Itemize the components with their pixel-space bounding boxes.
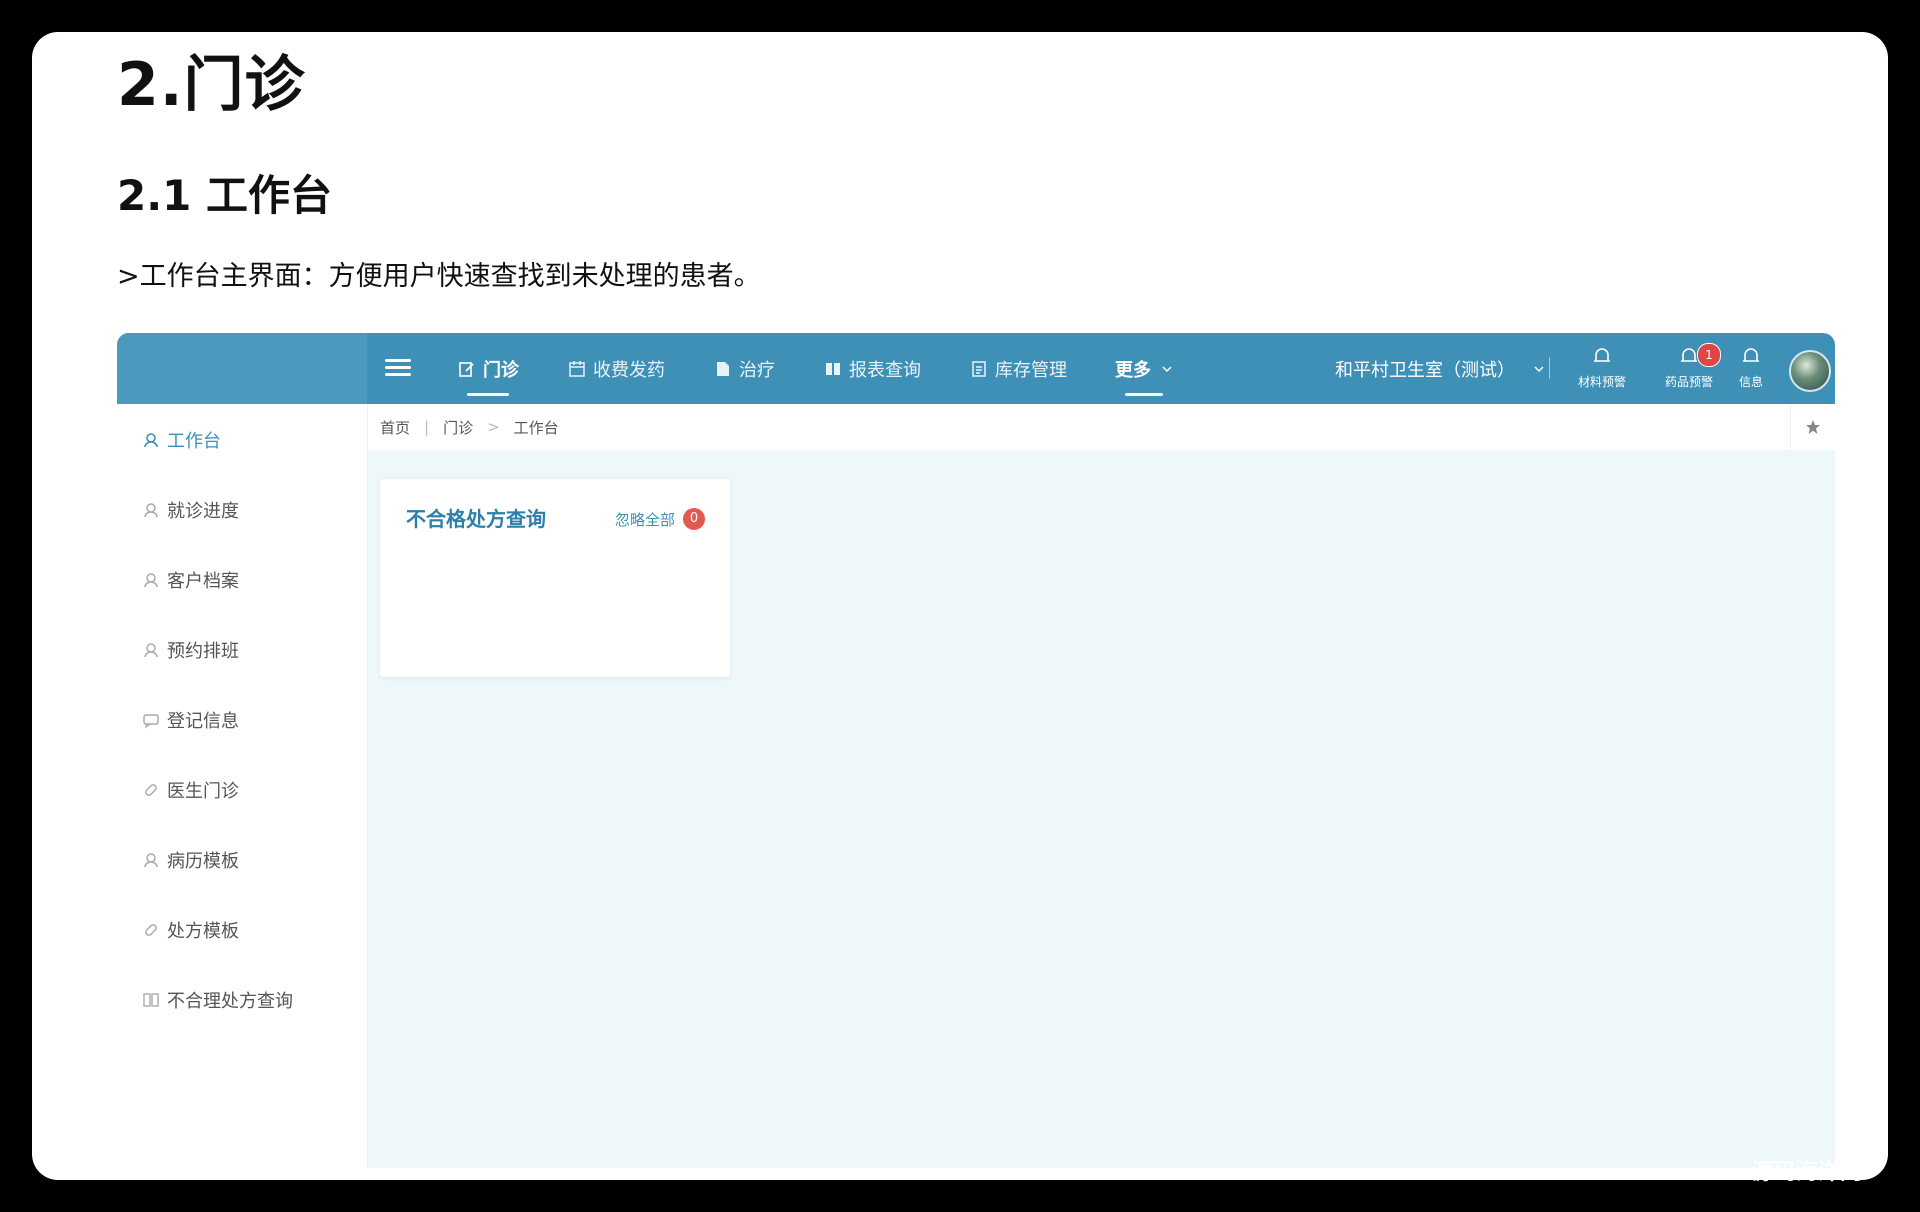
nav-item-inventory[interactable]: 库存管理	[969, 333, 1067, 404]
sidebar-item-medical-record-templates[interactable]: 病历模板	[141, 840, 239, 880]
sidebar-item-label: 就诊进度	[167, 501, 239, 522]
count-badge: 0	[683, 508, 705, 530]
sidebar-item-doctor-clinic[interactable]: 医生门诊	[141, 770, 239, 810]
main-content: 首页 | 门诊 > 工作台 不合格处方查询 忽略全部 0	[368, 404, 1835, 1168]
nav-label: 报表查询	[849, 359, 921, 381]
breadcrumb-home[interactable]: 首页	[380, 417, 410, 438]
org-name: 和平村卫生室（测试）	[1335, 359, 1515, 381]
top-navbar: 门诊 收费发药 治疗 报表查询 库存管理 更多 和平村卫生室（测试） 材料预警 …	[117, 333, 1835, 404]
main-nav: 门诊 收费发药 治疗 报表查询 库存管理 更多	[457, 333, 1221, 404]
nav-label: 更多	[1115, 359, 1151, 381]
sidebar-item-label: 客户档案	[167, 571, 239, 592]
avatar[interactable]	[1789, 350, 1831, 392]
sidebar-item-label: 医生门诊	[167, 781, 239, 802]
ignore-all-label: 忽略全部	[614, 510, 675, 529]
edit-icon	[457, 359, 477, 379]
section-heading: 2.门诊	[117, 50, 306, 120]
active-underline	[467, 393, 509, 396]
alert-label: 信息	[1738, 375, 1763, 389]
document-page: 2.门诊 2.1 工作台 >工作台主界面：方便用户快速查找到未处理的患者。 门诊	[32, 32, 1888, 1180]
pill-icon	[141, 920, 161, 940]
subsection-heading: 2.1 工作台	[117, 171, 333, 220]
nav-label: 门诊	[483, 359, 519, 381]
inventory-icon	[969, 359, 989, 379]
invalid-prescription-card: 不合格处方查询 忽略全部 0	[380, 479, 730, 677]
nav-item-reports[interactable]: 报表查询	[823, 333, 921, 404]
active-underline	[1125, 393, 1163, 396]
sidebar-item-appointments[interactable]: 预约排班	[141, 630, 239, 670]
alert-badge: 1	[1697, 343, 1721, 367]
nav-label: 治疗	[739, 359, 775, 381]
pill-icon	[141, 780, 161, 800]
sidebar-item-customer-records[interactable]: 客户档案	[141, 560, 239, 600]
sidebar-item-label: 登记信息	[167, 711, 239, 732]
message-button[interactable]: 信息	[1725, 345, 1777, 395]
breadcrumb-outpatient[interactable]: 门诊	[443, 417, 473, 438]
ignore-all-button[interactable]: 忽略全部 0	[615, 508, 705, 530]
bell-icon	[1743, 348, 1759, 362]
watermark-text: 源码海洋网	[1752, 1160, 1863, 1185]
breadcrumb-separator: >	[487, 418, 500, 436]
document-icon	[713, 359, 733, 379]
user-headset-icon	[141, 850, 161, 870]
alert-label: 药品预警	[1664, 375, 1713, 389]
nav-label: 收费发药	[593, 359, 665, 381]
chevron-down-icon	[1534, 365, 1544, 372]
user-headset-icon	[141, 640, 161, 660]
nav-item-billing[interactable]: 收费发药	[567, 333, 665, 404]
logo-area	[117, 333, 367, 404]
sidebar-item-prescription-templates[interactable]: 处方模板	[141, 910, 239, 950]
alert-label: 材料预警	[1577, 375, 1626, 389]
sidebar-item-label: 工作台	[167, 431, 221, 452]
app-screenshot: 门诊 收费发药 治疗 报表查询 库存管理 更多 和平村卫生室（测试） 材料预警 …	[117, 333, 1835, 1168]
sidebar-item-workbench[interactable]: 工作台	[141, 420, 221, 460]
book-icon	[141, 990, 161, 1010]
sidebar-item-visit-progress[interactable]: 就诊进度	[141, 490, 239, 530]
material-alert-button[interactable]: 材料预警	[1567, 345, 1637, 395]
nav-label: 库存管理	[995, 359, 1067, 381]
sidebar-item-label: 处方模板	[167, 921, 239, 942]
sidebar: 工作台 就诊进度 客户档案 预约排班 登记信息 医生门诊 病历模板 处方模板 不…	[117, 404, 368, 1168]
book-icon	[823, 359, 843, 379]
user-headset-icon	[141, 570, 161, 590]
chat-icon	[141, 710, 161, 730]
chevron-down-icon	[1162, 365, 1172, 372]
bell-icon	[1594, 348, 1610, 362]
breadcrumb-separator: |	[424, 418, 430, 436]
org-selector[interactable]: 和平村卫生室（测试）	[1335, 333, 1545, 404]
menu-toggle-icon[interactable]	[385, 355, 411, 381]
sidebar-item-label: 病历模板	[167, 851, 239, 872]
user-headset-icon	[141, 500, 161, 520]
intro-text: >工作台主界面：方便用户快速查找到未处理的患者。	[117, 261, 761, 292]
user-headset-icon	[141, 430, 161, 450]
nav-item-more[interactable]: 更多	[1115, 333, 1173, 404]
favorite-star-icon[interactable]	[1790, 404, 1835, 450]
divider	[1549, 357, 1550, 379]
breadcrumb-current: 工作台	[513, 418, 559, 437]
breadcrumb: 首页 | 门诊 > 工作台	[380, 404, 559, 450]
sidebar-item-unreasonable-prescriptions[interactable]: 不合理处方查询	[141, 980, 293, 1020]
card-title: 不合格处方查询	[406, 507, 546, 531]
breadcrumb-bar: 首页 | 门诊 > 工作台	[368, 404, 1835, 450]
sidebar-item-label: 预约排班	[167, 641, 239, 662]
nav-item-outpatient[interactable]: 门诊	[457, 333, 519, 404]
nav-item-treatment[interactable]: 治疗	[713, 333, 775, 404]
sidebar-item-label: 不合理处方查询	[167, 991, 293, 1012]
drug-alert-button[interactable]: 1 药品预警	[1654, 343, 1724, 395]
calendar-icon	[567, 359, 587, 379]
sidebar-item-registration[interactable]: 登记信息	[141, 700, 239, 740]
